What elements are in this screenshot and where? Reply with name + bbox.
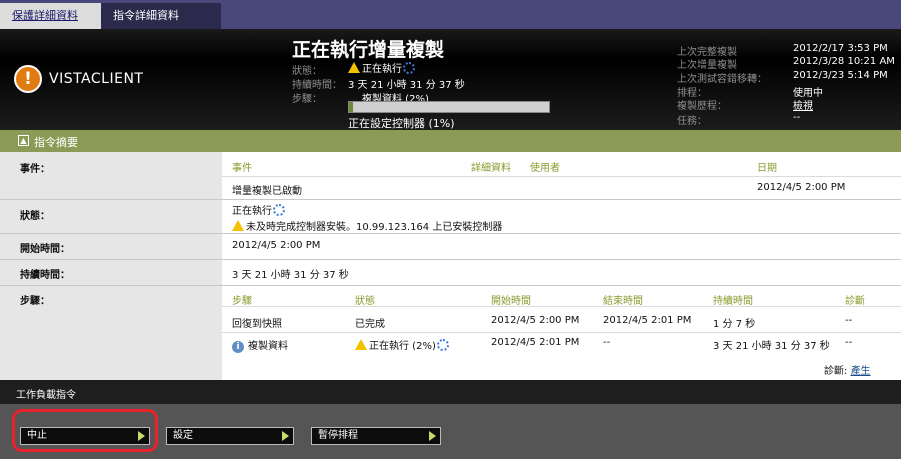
status-line-running: 正在執行 xyxy=(232,202,285,217)
pause-schedule-button[interactable]: 暫停排程 xyxy=(311,427,441,445)
end-col-header: 結束時間 xyxy=(603,296,643,307)
divider xyxy=(0,259,901,260)
tab-protection-details[interactable]: 保護詳細資料 xyxy=(0,3,101,29)
status-row-label: 狀態： xyxy=(20,211,50,222)
last-full-value: 2012/2/17 3:53 PM xyxy=(793,43,888,54)
generate-diagnostics-link[interactable]: 產生 xyxy=(851,366,871,377)
step-1-diag: -- xyxy=(845,315,853,326)
duration-row-value: 3 天 21 小時 31 分 37 秒 xyxy=(232,270,349,281)
warning-triangle-icon xyxy=(232,220,244,231)
sub-step: 正在設定控制器 (1%) xyxy=(348,117,455,130)
status-value: 正在執行 xyxy=(348,60,415,75)
step-2-start: 2012/4/5 2:01 PM xyxy=(491,337,580,348)
tab-command-details[interactable]: 指令詳細資料 xyxy=(101,3,221,29)
workload-commands-header: 工作負載指令 xyxy=(0,380,901,404)
step-2-name: i 複製資料 xyxy=(232,337,288,353)
status-label: 狀態： xyxy=(292,66,322,77)
operation-title: 正在執行增量複製 xyxy=(292,39,445,61)
task-label: 任務： xyxy=(677,116,707,127)
status-col-header: 狀態 xyxy=(355,296,375,307)
step-1-status: 已完成 xyxy=(355,319,385,330)
diagnostics-footer: 診斷: 產生 xyxy=(824,366,871,377)
warning-icon: ! xyxy=(14,65,42,93)
diag-col-header: 診斷 xyxy=(845,296,865,307)
duration-value: 3 天 21 小時 31 分 37 秒 xyxy=(348,80,465,91)
progress-fill xyxy=(349,102,353,112)
summary-title: 指令摘要 xyxy=(34,136,78,149)
date-col-header: 日期 xyxy=(757,163,777,174)
duration-col-header: 持續時間 xyxy=(713,296,753,307)
workload-name: VISTACLIENT xyxy=(49,71,144,87)
start-time-value: 2012/4/5 2:00 PM xyxy=(232,240,321,251)
divider xyxy=(0,233,901,234)
event-cell: 增量複製已啟動 xyxy=(232,186,302,197)
divider xyxy=(222,306,901,307)
divider xyxy=(0,199,901,200)
divider xyxy=(0,285,901,286)
step-1-start: 2012/4/5 2:00 PM xyxy=(491,315,580,326)
event-date-cell: 2012/4/5 2:00 PM xyxy=(757,182,846,193)
event-label: 事件： xyxy=(20,164,50,175)
workload-commands-title: 工作負載指令 xyxy=(16,390,76,401)
spinner-icon xyxy=(436,339,449,351)
spinner-icon xyxy=(403,62,415,74)
history-link[interactable]: 檢視 xyxy=(793,97,813,112)
play-arrow-icon xyxy=(429,431,436,441)
step-2-diag: -- xyxy=(845,337,853,348)
step-1-end: 2012/4/5 2:01 PM xyxy=(603,315,692,326)
info-icon[interactable]: i xyxy=(232,341,244,353)
progress-bar xyxy=(348,101,550,113)
last-test-label: 上次測試容錯移轉： xyxy=(677,74,767,85)
divider xyxy=(222,332,901,333)
summary-section-header[interactable]: ▲ 指令摘要 xyxy=(0,130,901,152)
collapse-icon[interactable]: ▲ xyxy=(18,135,29,146)
command-header: ! VISTACLIENT 正在執行增量複製 狀態： 正在執行 持續時間： 3 … xyxy=(0,29,901,130)
warning-triangle-icon xyxy=(355,339,367,350)
start-col-header: 開始時間 xyxy=(491,296,531,307)
play-arrow-icon xyxy=(282,431,289,441)
step-1-duration: 1 分 7 秒 xyxy=(713,319,756,330)
status-line-warning: 未及時完成控制器安裝。10.99.123.164 上已安裝控制器 xyxy=(232,218,502,233)
step-label: 步驟： xyxy=(292,94,322,105)
history-label: 複製歷程： xyxy=(677,101,727,112)
tab-bar: 保護詳細資料 指令詳細資料 xyxy=(0,0,901,29)
step-2-duration: 3 天 21 小時 31 分 37 秒 xyxy=(713,341,830,352)
step-2-end: -- xyxy=(603,337,611,348)
start-time-label: 開始時間： xyxy=(20,244,70,255)
steps-label: 步驟： xyxy=(20,296,50,307)
user-col-header: 使用者 xyxy=(530,163,560,174)
last-incr-label: 上次增量複製 xyxy=(677,60,737,71)
duration-label: 持續時間： xyxy=(292,80,342,91)
event-col-header: 事件 xyxy=(232,163,252,174)
spinner-icon xyxy=(273,204,285,216)
task-value: -- xyxy=(793,112,801,123)
step-1-name: 回復到快照 xyxy=(232,319,282,330)
step-col-header: 步驟 xyxy=(232,296,252,307)
highlight-circle xyxy=(12,409,158,452)
divider xyxy=(222,176,901,177)
last-incr-value: 2012/3/28 10:21 AM xyxy=(793,56,895,67)
last-test-value: 2012/3/23 5:14 PM xyxy=(793,70,888,81)
step-2-status: 正在執行 (2%) xyxy=(355,337,449,352)
configure-button[interactable]: 設定 xyxy=(166,427,294,445)
warning-triangle-icon xyxy=(348,62,360,73)
details-col-header: 詳細資料 xyxy=(471,163,511,174)
duration-row-label: 持續時間： xyxy=(20,270,70,281)
